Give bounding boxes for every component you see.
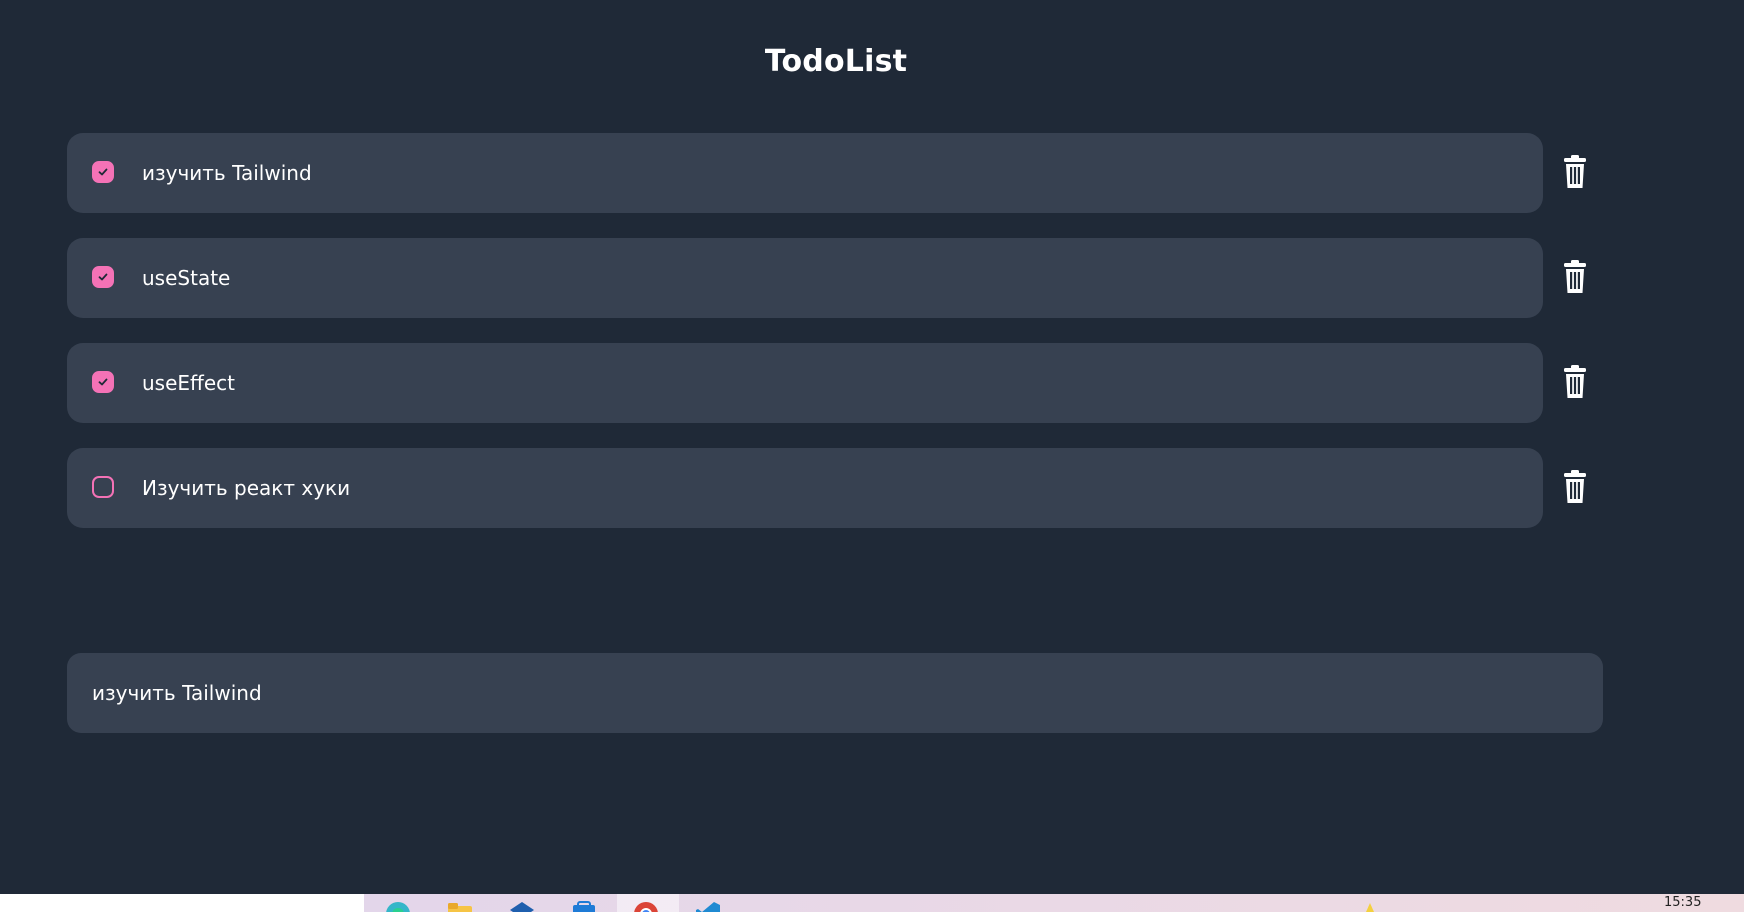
check-icon bbox=[98, 168, 108, 176]
delete-button[interactable] bbox=[1555, 257, 1595, 297]
check-icon bbox=[98, 273, 108, 281]
todo-item: Изучить реакт хуки bbox=[67, 448, 1607, 528]
vscode-icon[interactable] bbox=[694, 900, 722, 912]
delete-button[interactable] bbox=[1555, 362, 1595, 402]
app-icon[interactable] bbox=[508, 900, 536, 912]
todo-checkbox[interactable] bbox=[92, 371, 114, 393]
page-title: TodoList bbox=[764, 44, 908, 79]
folder-icon[interactable] bbox=[446, 900, 474, 912]
trash-icon bbox=[1564, 470, 1586, 503]
todo-app: TodoList изучить Tailwind useState useEf… bbox=[0, 0, 1744, 894]
todo-text: Изучить реакт хуки bbox=[142, 476, 351, 500]
todo-card: useEffect bbox=[67, 343, 1543, 423]
taskbar: 15:35 bbox=[0, 894, 1744, 912]
new-todo-input[interactable] bbox=[92, 653, 1572, 733]
new-todo-field bbox=[67, 653, 1603, 733]
todo-checkbox[interactable] bbox=[92, 266, 114, 288]
store-icon[interactable] bbox=[570, 900, 598, 912]
todo-card: изучить Tailwind bbox=[67, 133, 1543, 213]
notification-icon[interactable] bbox=[1356, 900, 1384, 912]
chrome-icon[interactable] bbox=[632, 900, 660, 912]
delete-button[interactable] bbox=[1555, 467, 1595, 507]
todo-text: useEffect bbox=[142, 371, 235, 395]
trash-icon bbox=[1564, 365, 1586, 398]
delete-button[interactable] bbox=[1555, 152, 1595, 192]
edge-icon[interactable] bbox=[384, 900, 412, 912]
check-icon bbox=[98, 378, 108, 386]
todo-text: изучить Tailwind bbox=[142, 161, 312, 185]
todo-list: изучить Tailwind useState useEffect Изуч… bbox=[67, 133, 1607, 553]
todo-checkbox[interactable] bbox=[92, 161, 114, 183]
todo-text: useState bbox=[142, 266, 231, 290]
trash-icon bbox=[1564, 260, 1586, 293]
taskbar-clock: 15:35 bbox=[1664, 895, 1702, 910]
todo-item: useEffect bbox=[67, 343, 1607, 423]
todo-card: Изучить реакт хуки bbox=[67, 448, 1543, 528]
trash-icon bbox=[1564, 155, 1586, 188]
todo-checkbox[interactable] bbox=[92, 476, 114, 498]
todo-item: изучить Tailwind bbox=[67, 133, 1607, 213]
todo-card: useState bbox=[67, 238, 1543, 318]
todo-item: useState bbox=[67, 238, 1607, 318]
